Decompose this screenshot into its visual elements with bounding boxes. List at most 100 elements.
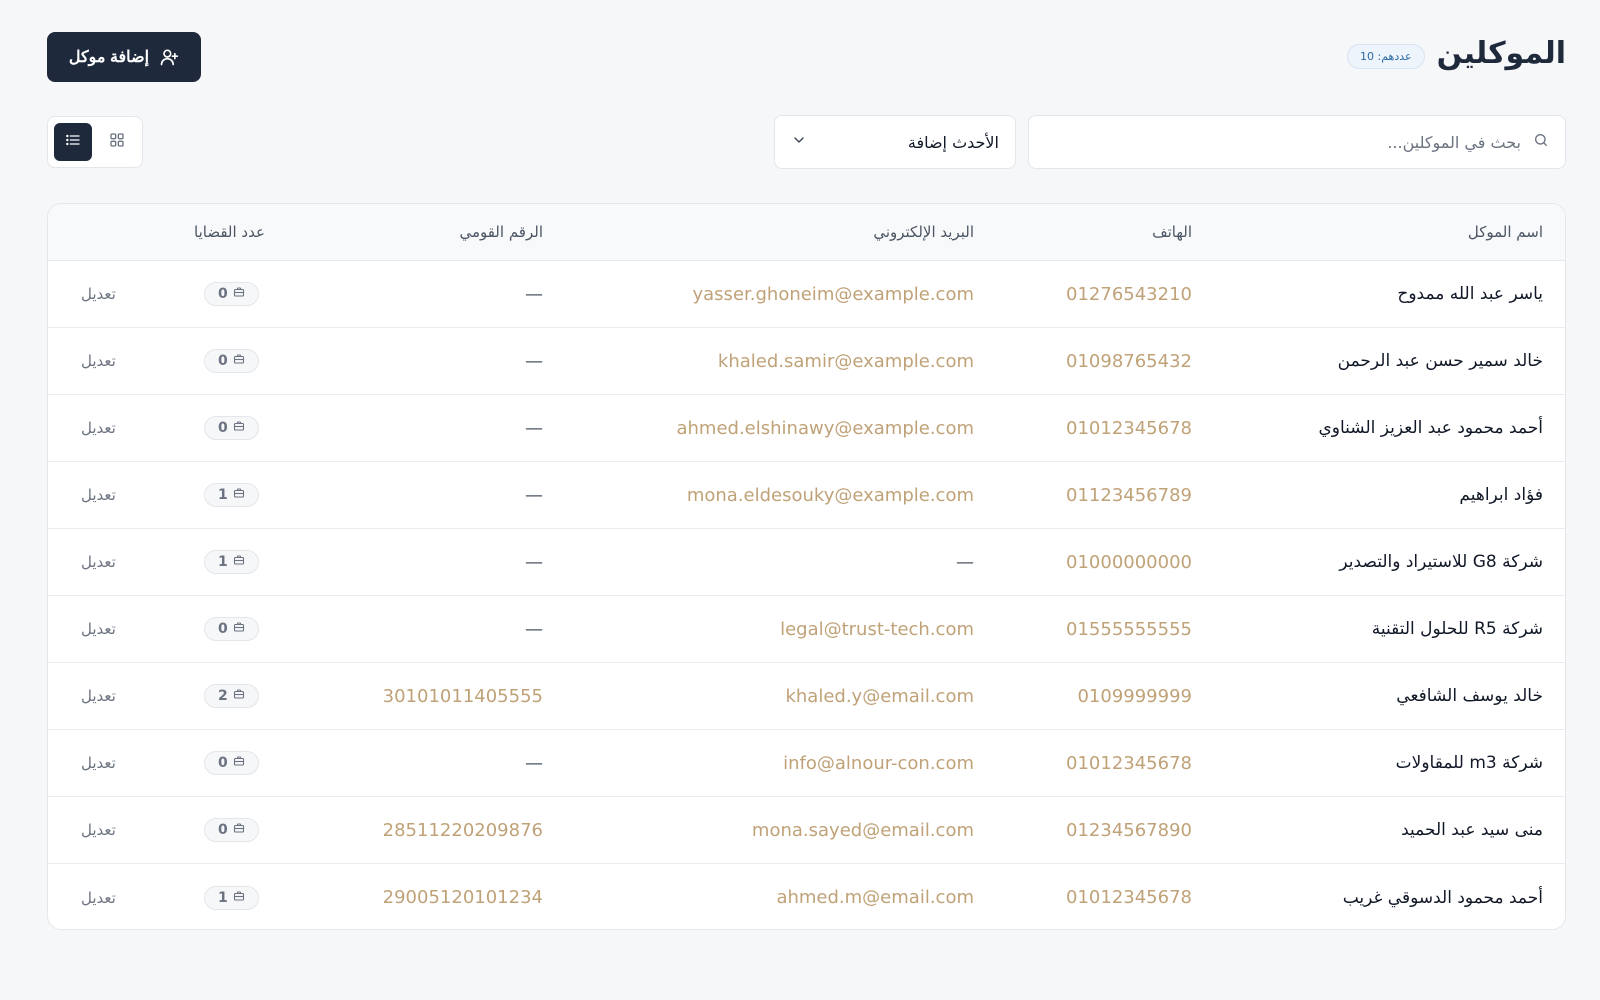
briefcase-icon [233, 755, 245, 771]
client-name[interactable]: شركة R5 للحلول التقنية [1372, 596, 1543, 662]
client-phone[interactable]: 01234567890 [1066, 797, 1192, 863]
cases-cell: 0 [204, 596, 259, 662]
column-header-cases[interactable]: عدد القضايا [194, 204, 265, 260]
client-email[interactable]: mona.sayed@email.com [752, 797, 974, 863]
client-name[interactable]: منى سيد عبد الحميد [1401, 797, 1543, 863]
edit-link[interactable]: تعديل [81, 261, 116, 327]
client-phone[interactable]: 01555555555 [1066, 596, 1192, 662]
table-row[interactable]: ياسر عبد الله ممدوح 01276543210 yasser.g… [48, 261, 1565, 328]
cases-count-badge: 0 [204, 818, 259, 842]
edit-link[interactable]: تعديل [81, 663, 116, 729]
briefcase-icon [233, 353, 245, 369]
briefcase-icon [233, 621, 245, 637]
cases-cell: 0 [204, 261, 259, 327]
sort-value: الأحدث إضافة [907, 132, 999, 152]
table-row[interactable]: خالد يوسف الشافعي 0109999999 khaled.y@em… [48, 663, 1565, 730]
clients-table: اسم الموكل الهاتف البريد الإلكتروني الرق… [47, 203, 1566, 930]
client-name[interactable]: شركة G8 للاستيراد والتصدير [1339, 529, 1543, 595]
table-row[interactable]: أحمد محمود عبد العزيز الشناوي 0101234567… [48, 395, 1565, 462]
client-name[interactable]: شركة m3 للمقاولات [1396, 730, 1543, 796]
client-name[interactable]: خالد يوسف الشافعي [1396, 663, 1543, 729]
client-phone[interactable]: 0109999999 [1077, 663, 1192, 729]
client-name[interactable]: أحمد محمود الدسوقي غريب [1343, 864, 1543, 929]
column-header-phone[interactable]: الهاتف [1152, 204, 1192, 260]
search-input[interactable] [1045, 131, 1523, 153]
briefcase-icon [233, 286, 245, 302]
cases-count-badge: 0 [204, 617, 259, 641]
client-phone[interactable]: 01012345678 [1066, 864, 1192, 929]
table-row[interactable]: شركة R5 للحلول التقنية 01555555555 legal… [48, 596, 1565, 663]
table-row[interactable]: أحمد محمود الدسوقي غريب 01012345678 ahme… [48, 864, 1565, 929]
page-title: الموكلين [1436, 35, 1566, 71]
client-email[interactable]: ahmed.elshinawy@example.com [676, 395, 974, 461]
search-box[interactable] [1028, 115, 1566, 169]
client-email[interactable]: ahmed.m@email.com [776, 864, 974, 929]
client-name[interactable]: أحمد محمود عبد العزيز الشناوي [1318, 395, 1543, 461]
client-phone[interactable]: 01012345678 [1066, 730, 1192, 796]
client-email[interactable]: legal@trust-tech.com [780, 596, 974, 662]
add-client-button[interactable]: إضافة موكل [47, 32, 201, 82]
client-phone[interactable]: 01000000000 [1066, 529, 1192, 595]
cases-cell: 1 [204, 529, 259, 595]
cases-count-badge: 0 [204, 751, 259, 775]
client-name[interactable]: خالد سمير حسن عبد الرحمن [1338, 328, 1543, 394]
client-phone[interactable]: 01098765432 [1066, 328, 1192, 394]
view-toggle [47, 116, 143, 168]
client-national-id: — [525, 350, 543, 372]
table-header: اسم الموكل الهاتف البريد الإلكتروني الرق… [48, 204, 1565, 261]
cases-count: 0 [218, 286, 228, 302]
column-header-national-id[interactable]: الرقم القومي [459, 204, 543, 260]
table-row[interactable]: شركة m3 للمقاولات 01012345678 info@alnou… [48, 730, 1565, 797]
edit-link[interactable]: تعديل [81, 596, 116, 662]
client-email[interactable]: info@alnour-con.com [783, 730, 974, 796]
edit-link[interactable]: تعديل [81, 328, 116, 394]
cases-count-badge: 1 [204, 885, 259, 910]
grid-view-button[interactable] [98, 123, 136, 161]
edit-link[interactable]: تعديل [81, 864, 116, 929]
cases-cell: 0 [204, 797, 259, 863]
client-phone[interactable]: 01123456789 [1066, 462, 1192, 528]
user-plus-icon [159, 47, 179, 67]
client-national-id: — [525, 752, 543, 774]
cases-count-badge: 0 [204, 282, 259, 306]
briefcase-icon [233, 822, 245, 838]
column-header-email[interactable]: البريد الإلكتروني [873, 204, 974, 260]
cases-cell: 1 [204, 864, 259, 929]
client-phone[interactable]: 01012345678 [1066, 395, 1192, 461]
sort-select[interactable]: الأحدث إضافة [774, 115, 1016, 169]
cases-count: 0 [218, 353, 228, 369]
table-row[interactable]: خالد سمير حسن عبد الرحمن 01098765432 kha… [48, 328, 1565, 395]
search-icon [1533, 132, 1549, 152]
column-header-name[interactable]: اسم الموكل [1468, 204, 1543, 260]
cases-count-badge: 0 [204, 416, 259, 440]
client-email[interactable]: khaled.samir@example.com [718, 328, 974, 394]
edit-link[interactable]: تعديل [81, 529, 116, 595]
list-view-button[interactable] [54, 123, 92, 161]
table-row[interactable]: منى سيد عبد الحميد 01234567890 mona.saye… [48, 797, 1565, 864]
list-icon [65, 132, 81, 152]
briefcase-icon [233, 420, 245, 436]
cases-cell: 0 [204, 328, 259, 394]
client-national-id: — [525, 551, 543, 573]
cases-count-badge: 2 [204, 684, 259, 708]
client-email[interactable]: mona.eldesouky@example.com [687, 462, 974, 528]
client-email[interactable]: yasser.ghoneim@example.com [693, 261, 975, 327]
client-email[interactable]: khaled.y@email.com [785, 663, 974, 729]
edit-link[interactable]: تعديل [81, 462, 116, 528]
cases-cell: 0 [204, 395, 259, 461]
add-client-label: إضافة موكل [68, 49, 150, 66]
count-badge: عددهم: 10 [1347, 44, 1425, 69]
edit-link[interactable]: تعديل [81, 797, 116, 863]
table-row[interactable]: شركة G8 للاستيراد والتصدير 01000000000 —… [48, 529, 1565, 596]
client-name[interactable]: فؤاد ابراهيم [1459, 462, 1543, 528]
client-name[interactable]: ياسر عبد الله ممدوح [1397, 261, 1543, 327]
client-email: — [956, 551, 974, 573]
cases-count-badge: 1 [204, 550, 259, 574]
client-phone[interactable]: 01276543210 [1066, 261, 1192, 327]
edit-link[interactable]: تعديل [81, 730, 116, 796]
edit-link[interactable]: تعديل [81, 395, 116, 461]
client-national-id: — [525, 484, 543, 506]
table-row[interactable]: فؤاد ابراهيم 01123456789 mona.eldesouky@… [48, 462, 1565, 529]
client-national-id: — [525, 283, 543, 305]
cases-count: 1 [218, 889, 228, 906]
